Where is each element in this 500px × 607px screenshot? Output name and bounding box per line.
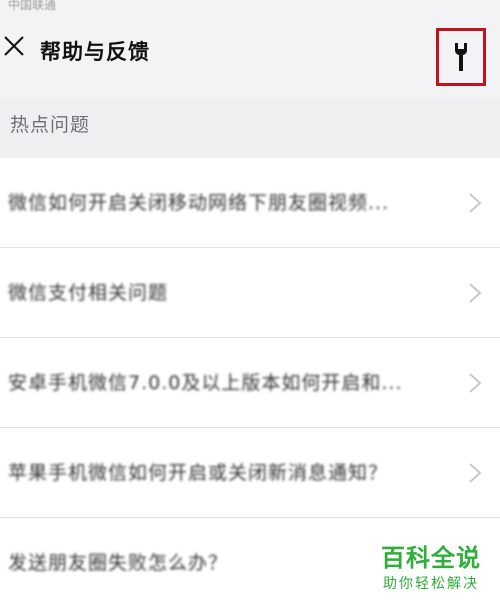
- close-icon: [4, 36, 24, 56]
- tools-button[interactable]: [436, 28, 486, 86]
- faq-item[interactable]: 微信支付相关问题: [0, 248, 500, 338]
- status-bar: 中国联通: [0, 0, 500, 14]
- carrier-label: 中国联通: [8, 0, 57, 12]
- faq-item-text: 苹果手机微信如何开启或关闭新消息通知？: [8, 462, 389, 484]
- faq-item-text: 微信如何开启关闭移动网络下朋友圈视频...: [8, 192, 390, 214]
- faq-item[interactable]: 安卓手机微信7.0.0及以上版本如何开启和...: [0, 338, 500, 428]
- faq-item[interactable]: 苹果手机微信如何开启或关闭新消息通知？: [0, 428, 500, 518]
- faq-item-text: 微信支付相关问题: [8, 282, 169, 304]
- close-button[interactable]: [2, 34, 26, 58]
- chevron-right-icon: [469, 463, 482, 483]
- wrench-icon: [455, 43, 467, 71]
- watermark-logo: 百科全说 助你轻松解决: [372, 538, 490, 593]
- section-title: 热点问题: [10, 114, 91, 136]
- chevron-right-icon: [469, 373, 482, 393]
- section-header: 热点问题: [0, 98, 500, 158]
- chevron-right-icon: [469, 193, 482, 213]
- watermark-title: 百科全说: [381, 544, 481, 572]
- watermark-subtitle: 助你轻松解决: [383, 576, 479, 592]
- faq-item-text: 安卓手机微信7.0.0及以上版本如何开启和...: [8, 372, 403, 394]
- faq-item[interactable]: 微信如何开启关闭移动网络下朋友圈视频...: [0, 158, 500, 248]
- page-title: 帮助与反馈: [40, 40, 150, 64]
- header: 帮助与反馈: [0, 14, 500, 98]
- chevron-right-icon: [469, 283, 482, 303]
